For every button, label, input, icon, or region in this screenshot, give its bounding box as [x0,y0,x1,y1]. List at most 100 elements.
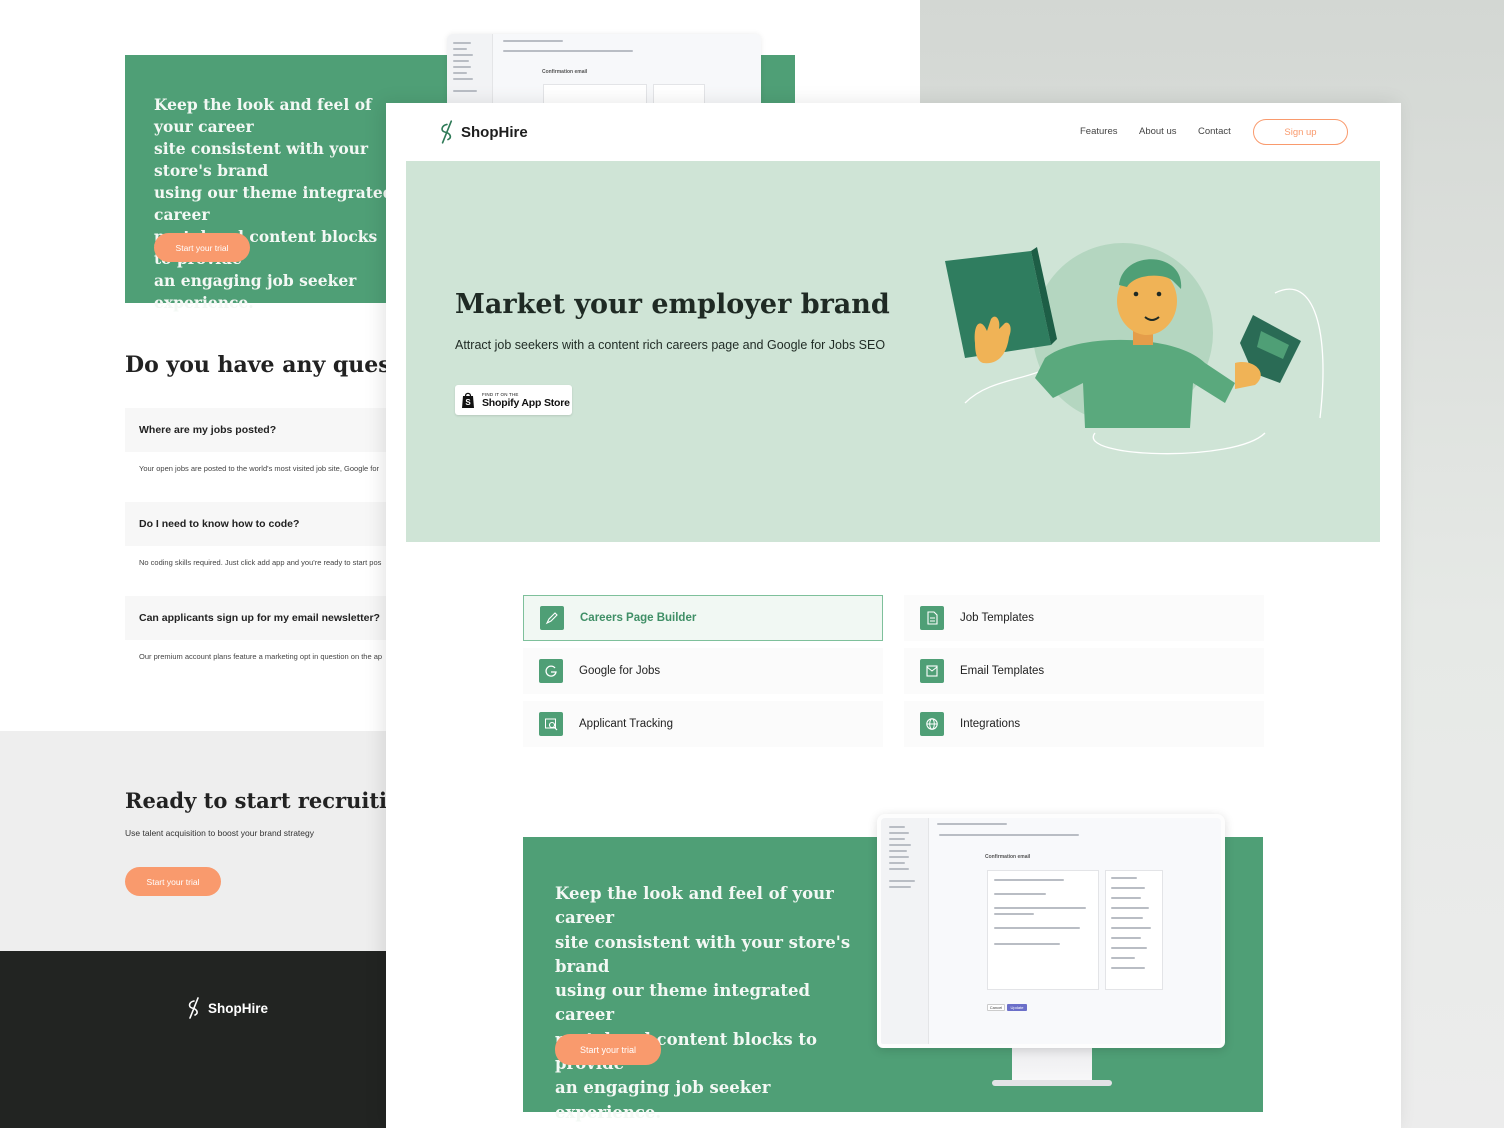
ready-start-trial-button[interactable]: Start your trial [125,867,221,896]
mini-line [889,856,909,858]
mini-line [1111,937,1141,939]
mini-variables-panel [1105,870,1163,990]
feature-label: Applicant Tracking [579,718,673,730]
feature-applicant-tracking[interactable]: Applicant Tracking [523,701,883,747]
faq-question[interactable]: Can applicants sign up for my email news… [125,596,387,640]
mini-line [994,913,1034,915]
feature-label: Job Templates [960,612,1034,624]
mini-line [889,862,905,864]
nav-logo-text: ShopHire [461,123,528,141]
mini-line [503,50,633,52]
mini-line [453,72,467,74]
feature-google-for-jobs[interactable]: Google for Jobs [523,648,883,694]
person-hand [974,316,1011,364]
feature-careers-page-builder[interactable]: Careers Page Builder [523,595,883,641]
mini-card [543,84,647,104]
shopify-bag-icon: S [462,392,474,408]
mini-line [994,893,1046,895]
promo-start-trial-button[interactable]: Start your trial [555,1034,661,1065]
back-hero-text: Keep the look and feel of your career si… [154,95,394,312]
illustration-line [1092,432,1266,455]
hero-subtitle: Attract job seekers with a content rich … [455,338,886,352]
mini-line [1111,917,1143,919]
svg-text:S: S [465,398,471,407]
mini-line [453,90,477,92]
mini-line [994,879,1064,881]
feature-label: Integrations [960,718,1021,730]
mini-line [453,66,471,68]
email-icon [920,659,944,683]
promo-text: Keep the look and feel of your career si… [555,884,851,1122]
footer [0,951,386,1128]
mini-line [889,850,907,852]
pencil-icon [540,606,564,630]
back-app-screenshot: Confirmation email [447,34,761,104]
nav-logo[interactable]: ShopHire [437,119,528,145]
mini-cancel-button: Cancel [987,1004,1005,1011]
person-eye [1133,291,1139,297]
footer-logo-text: ShopHire [208,1000,269,1016]
ready-subtitle: Use talent acquisition to boost your bra… [125,828,314,838]
faq-answer: No coding skills required. Just click ad… [139,558,382,567]
mini-sidebar [447,34,493,104]
google-icon [539,659,563,683]
mini-editor [987,870,1099,990]
feature-email-templates[interactable]: Email Templates [904,648,1264,694]
nav-link-contact[interactable]: Contact [1198,126,1231,137]
faq-question[interactable]: Do I need to know how to code? [125,502,387,546]
mini-line [453,48,467,50]
nav-link-features[interactable]: Features [1080,126,1118,137]
mini-screen-title: Confirmation email [985,854,1031,860]
mini-line [503,40,563,42]
logo-mark-icon [441,120,453,144]
mini-line [1111,907,1149,909]
badge-text: FIND IT ON THE Shopify App Store [482,392,570,409]
faq-question[interactable]: Where are my jobs posted? [125,408,387,452]
ready-section [0,731,386,951]
globe-icon [920,712,944,736]
person-eye [1156,291,1162,297]
mini-screen-title: Confirmation email [542,69,588,75]
mini-update-button: Update [1007,1004,1027,1011]
hero-illustration [945,243,1324,455]
mini-line [1111,927,1151,929]
mini-line [889,868,909,870]
badge-big-text: Shopify App Store [482,396,570,409]
mini-line [889,844,911,846]
sign-up-button[interactable]: Sign up [1253,119,1348,145]
mini-line [994,943,1060,945]
mini-line [1111,877,1137,879]
monitor-base [992,1080,1112,1086]
mini-line [889,880,915,882]
mini-line [994,907,1086,909]
faq-answer: Your open jobs are posted to the world's… [139,464,380,473]
ready-title: Ready to start recruiting? [125,788,430,813]
mini-line [453,54,473,56]
mini-line [1111,897,1141,899]
mini-line [453,78,473,80]
mini-line [939,834,1079,836]
footer-logo[interactable]: ShopHire [185,996,268,1020]
mini-line [994,927,1080,929]
mini-line [889,886,911,888]
mini-line [1111,967,1145,969]
feature-label: Careers Page Builder [580,612,697,624]
search-icon [539,712,563,736]
mini-line [889,826,905,828]
shopify-app-store-badge[interactable]: S FIND IT ON THE Shopify App Store [455,385,572,415]
monitor-screen: Confirmation email Cancel Update [877,814,1225,1048]
mini-line [453,60,469,62]
hero-title: Market your employer brand [455,289,890,320]
nav-link-about[interactable]: About us [1139,126,1177,137]
feature-integrations[interactable]: Integrations [904,701,1264,747]
mini-line [937,823,1007,825]
mini-line [1111,957,1135,959]
feature-job-templates[interactable]: Job Templates [904,595,1264,641]
faq-answer: Our premium account plans feature a mark… [139,652,383,661]
mini-line [889,838,905,840]
mini-line [1111,947,1147,949]
mini-line [1111,887,1145,889]
back-start-trial-button[interactable]: Start your trial [154,233,250,262]
mini-line [453,42,471,44]
document-icon [920,606,944,630]
